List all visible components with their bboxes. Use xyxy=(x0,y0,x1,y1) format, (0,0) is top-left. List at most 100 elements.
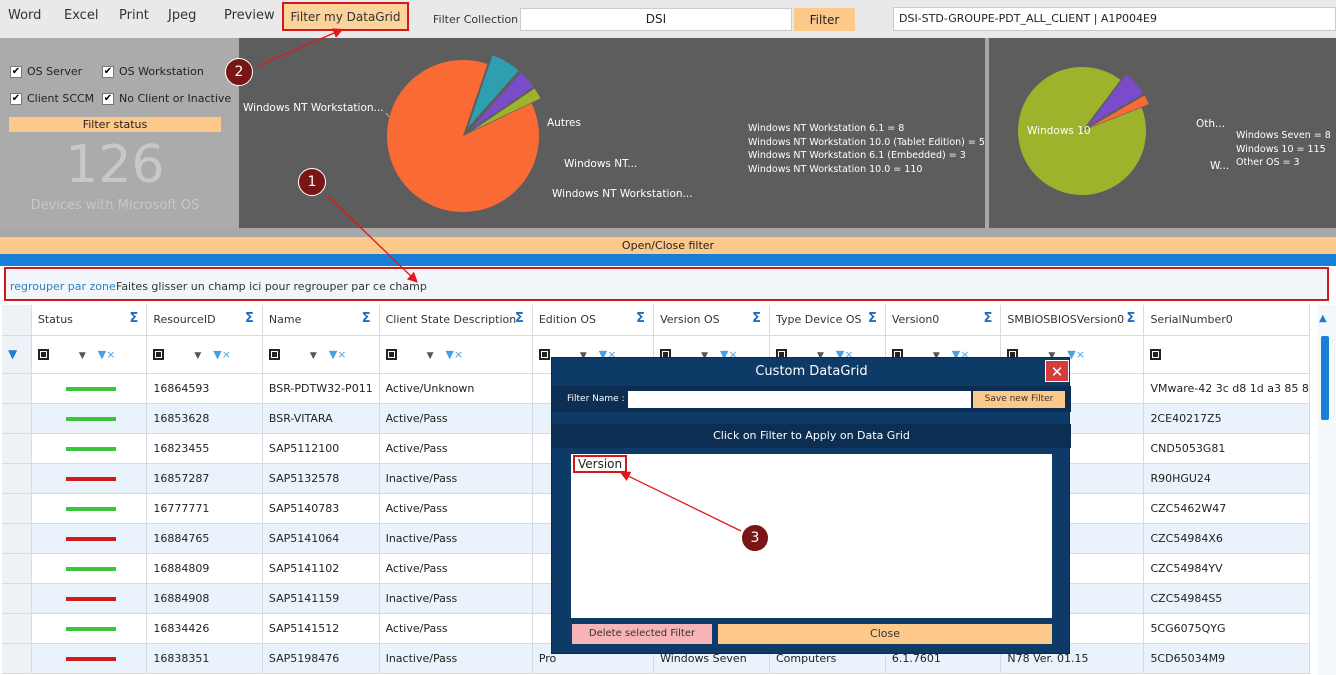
column-header[interactable]: Name Σ xyxy=(262,305,380,336)
column-header[interactable]: Edition OS Σ xyxy=(532,305,655,336)
pie1-label-autres: Autres xyxy=(547,117,581,129)
pie2-label-oth: Oth... xyxy=(1196,118,1225,130)
row-header[interactable] xyxy=(2,403,32,434)
preview-button[interactable]: Preview xyxy=(224,8,275,23)
filter-checkbox-icon[interactable] xyxy=(37,349,49,360)
print-button[interactable]: Print xyxy=(119,8,149,23)
cell-state: Active/Pass xyxy=(379,493,533,524)
filter-checkbox-icon[interactable] xyxy=(268,349,280,360)
cell-name: SAP5141512 xyxy=(262,613,380,644)
clear-filter-icon[interactable]: ▼× xyxy=(98,348,116,361)
sigma-icon[interactable]: Σ xyxy=(868,311,877,326)
cell-state: Inactive/Pass xyxy=(379,523,533,554)
cell-sn: 5CG6075QYG xyxy=(1143,613,1310,644)
close-icon[interactable]: ✕ xyxy=(1045,360,1069,382)
filter-checkbox-icon[interactable] xyxy=(538,349,550,360)
sigma-icon[interactable]: Σ xyxy=(362,311,371,326)
clear-filter-icon[interactable]: ▼× xyxy=(329,348,347,361)
cell-id: 16853628 xyxy=(146,403,263,434)
row-header[interactable] xyxy=(2,613,32,644)
status-indicator xyxy=(65,656,116,661)
pie1-label-nt: Windows NT... xyxy=(564,158,637,170)
saved-filters-list[interactable]: Version xyxy=(571,454,1052,618)
os-version-pie-chart: Windows NT Workstation... Autres Windows… xyxy=(243,55,985,213)
column-header[interactable]: Client State Description Σ xyxy=(379,305,533,336)
filter-dropdown-icon[interactable]: ▼ xyxy=(194,351,201,361)
row-header[interactable] xyxy=(2,463,32,494)
saved-filter-item[interactable]: Version xyxy=(573,455,628,473)
row-header[interactable] xyxy=(2,523,32,554)
status-cell xyxy=(31,613,148,644)
sigma-icon[interactable]: Σ xyxy=(245,311,254,326)
pie2-legend-1: Windows 10 = 115 xyxy=(1236,144,1326,155)
row-header[interactable] xyxy=(2,583,32,614)
group-by-title: regrouper par zone xyxy=(10,280,116,293)
save-new-filter-button[interactable]: Save new Filter xyxy=(973,391,1065,408)
jpeg-button[interactable]: Jpeg xyxy=(168,8,196,23)
filter-checkbox-icon[interactable] xyxy=(385,349,397,360)
no-client-checkbox[interactable]: ✔ No Client or Inactive xyxy=(102,92,231,105)
filter-checkbox-icon[interactable] xyxy=(1150,349,1162,360)
delete-selected-filter-button[interactable]: Delete selected Filter xyxy=(572,624,712,644)
status-cell xyxy=(31,373,148,404)
cell-sn: CZC54984S5 xyxy=(1143,583,1310,614)
sigma-icon[interactable]: Σ xyxy=(983,311,992,326)
status-indicator xyxy=(65,476,116,481)
clear-filter-icon[interactable]: ▼× xyxy=(213,348,231,361)
excel-button[interactable]: Excel xyxy=(64,8,98,23)
cell-state: Active/Pass xyxy=(379,403,533,434)
filter-status-button[interactable]: Filter status xyxy=(9,117,221,132)
column-header-label: Version0 xyxy=(891,313,940,327)
pie1-legend-2: Windows NT Workstation 6.1 (Embedded) = … xyxy=(748,150,966,161)
column-header[interactable]: SMBIOSBIOSVersion0 Σ xyxy=(1000,305,1145,336)
pie1-label-main: Windows NT Workstation... xyxy=(243,102,384,114)
column-header[interactable]: SerialNumber0 xyxy=(1143,305,1310,336)
scrollbar-thumb[interactable] xyxy=(1321,336,1329,420)
row-header[interactable] xyxy=(2,493,32,524)
group-by-area[interactable]: regrouper par zone Faites glisser un cha… xyxy=(4,267,1329,301)
row-header[interactable] xyxy=(2,553,32,584)
cell-id: 16884809 xyxy=(146,553,263,584)
row-header[interactable] xyxy=(2,433,32,464)
filter-dropdown-icon[interactable]: ▼ xyxy=(427,351,434,361)
word-button[interactable]: Word xyxy=(8,8,41,23)
collection-display-field[interactable]: DSI-STD-GROUPE-PDT_ALL_CLIENT | A1P004E9 xyxy=(893,7,1336,31)
os-server-checkbox[interactable]: ✔ OS Server xyxy=(10,65,82,78)
close-button[interactable]: Close xyxy=(718,624,1052,644)
client-sccm-label: Client SCCM xyxy=(27,92,95,105)
filter-my-datagrid-button[interactable]: Filter my DataGrid xyxy=(282,2,409,31)
scroll-up-icon[interactable]: ▲ xyxy=(1319,313,1327,324)
pie1-leader-main xyxy=(385,112,390,118)
os-workstation-checkbox[interactable]: ✔ OS Workstation xyxy=(102,65,204,78)
filter-dropdown-icon[interactable]: ▼ xyxy=(310,351,317,361)
sigma-icon[interactable]: Σ xyxy=(636,311,645,326)
column-header[interactable]: Status Σ xyxy=(31,305,148,336)
cell-id: 16838351 xyxy=(146,643,263,674)
open-close-filter-button[interactable]: Open/Close filter xyxy=(0,237,1336,254)
filter-button[interactable]: Filter xyxy=(794,8,855,31)
cell-name: SAP5140783 xyxy=(262,493,380,524)
column-header[interactable]: Version OS Σ xyxy=(653,305,770,336)
sigma-icon[interactable]: Σ xyxy=(515,311,524,326)
filter-dropdown-icon[interactable]: ▼ xyxy=(79,351,86,361)
sigma-icon[interactable]: Σ xyxy=(752,311,761,326)
column-header-label: Client State Description xyxy=(385,313,517,327)
sigma-icon[interactable]: Σ xyxy=(1127,311,1136,326)
client-sccm-checkbox[interactable]: ✔ Client SCCM xyxy=(10,92,94,105)
cell-state: Active/Pass xyxy=(379,613,533,644)
filter-collection-input[interactable]: DSI xyxy=(520,8,792,31)
row-header[interactable] xyxy=(2,373,32,404)
clear-filter-icon[interactable]: ▼× xyxy=(446,348,464,361)
check-icon: ✔ xyxy=(10,92,22,105)
pie2-legend-2: Other OS = 3 xyxy=(1236,157,1300,168)
filter-checkbox-icon[interactable] xyxy=(153,349,165,360)
filter-name-input[interactable] xyxy=(628,391,971,408)
column-header[interactable]: Version0 Σ xyxy=(885,305,1002,336)
column-header[interactable]: Type Device OS Σ xyxy=(769,305,886,336)
status-cell xyxy=(31,523,148,554)
cell-sn: CZC54984YV xyxy=(1143,553,1310,584)
cell-sn: 5CD65034M9 xyxy=(1143,643,1310,674)
column-header[interactable]: ResourceID Σ xyxy=(146,305,263,336)
row-header[interactable] xyxy=(2,643,32,674)
sigma-icon[interactable]: Σ xyxy=(129,311,138,326)
